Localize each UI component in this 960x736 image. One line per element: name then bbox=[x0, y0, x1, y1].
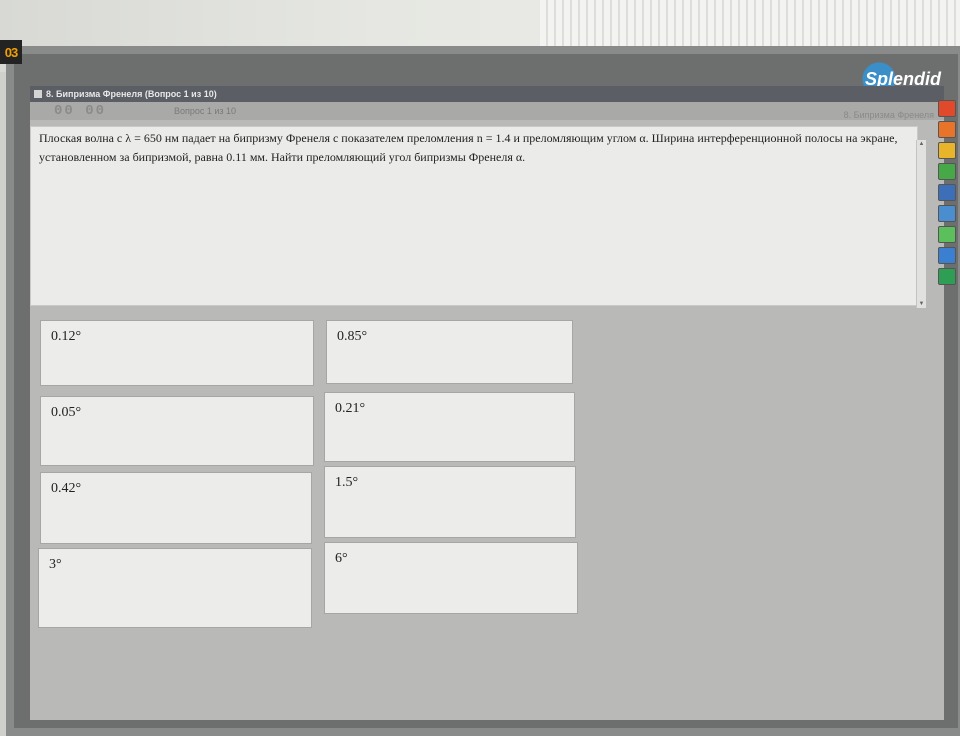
image-icon[interactable] bbox=[938, 163, 956, 180]
sticker: 03 bbox=[0, 40, 22, 64]
answer-options: 0.12° 0.85° 0.05° 0.21° 0.42° 1.5° 3° 6° bbox=[30, 86, 944, 720]
answer-option-6[interactable]: 1.5° bbox=[324, 466, 576, 538]
grid-icon[interactable] bbox=[938, 247, 956, 264]
chart-icon[interactable] bbox=[938, 226, 956, 243]
answer-option-7[interactable]: 3° bbox=[38, 548, 312, 628]
answer-option-1[interactable]: 0.12° bbox=[40, 320, 314, 386]
answer-label: 1.5° bbox=[335, 475, 359, 490]
answer-label: 0.12° bbox=[51, 329, 82, 344]
answer-option-2[interactable]: 0.85° bbox=[326, 320, 573, 384]
answer-label: 6° bbox=[335, 551, 348, 566]
answer-label: 3° bbox=[49, 557, 62, 572]
answer-label: 0.85° bbox=[337, 329, 368, 344]
answer-option-5[interactable]: 0.42° bbox=[40, 472, 312, 544]
stop-icon[interactable] bbox=[938, 100, 956, 117]
answer-label: 0.05° bbox=[51, 405, 82, 420]
people-icon[interactable] bbox=[938, 205, 956, 222]
folder-icon[interactable] bbox=[938, 142, 956, 159]
right-toolbar bbox=[934, 100, 960, 350]
screen: 8. Бипризма Френеля (Вопрос 1 из 10) 00 … bbox=[30, 86, 944, 720]
answer-label: 0.21° bbox=[335, 401, 366, 416]
answer-option-8[interactable]: 6° bbox=[324, 542, 578, 614]
document-icon[interactable] bbox=[938, 121, 956, 138]
graph-icon[interactable] bbox=[938, 184, 956, 201]
answer-option-3[interactable]: 0.05° bbox=[40, 396, 314, 466]
answer-option-4[interactable]: 0.21° bbox=[324, 392, 575, 462]
answer-label: 0.42° bbox=[51, 481, 82, 496]
globe-icon[interactable] bbox=[938, 268, 956, 285]
